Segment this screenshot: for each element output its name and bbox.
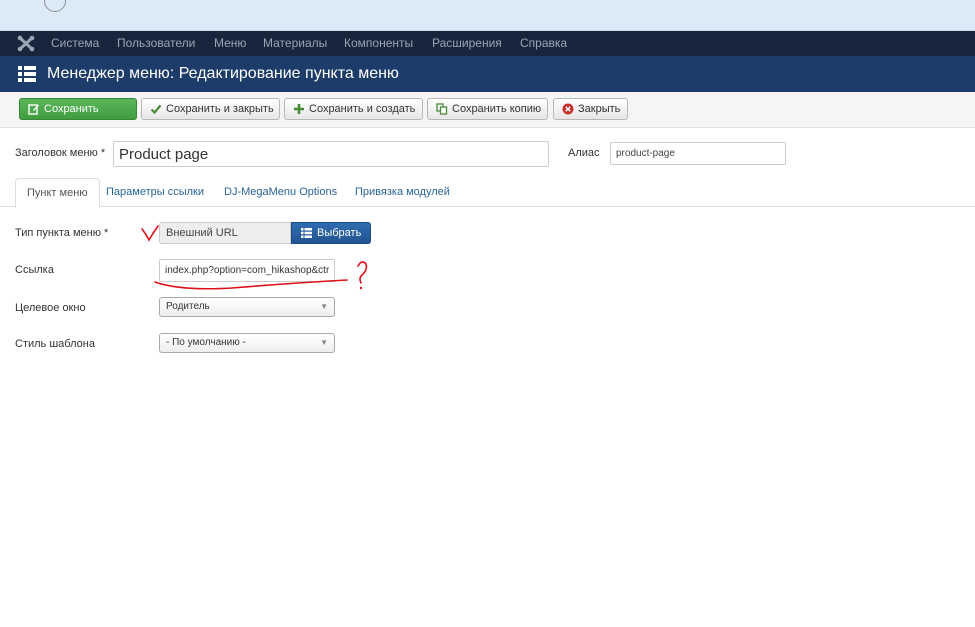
target-window-select[interactable]: Родитель ▼ [159,297,335,317]
copy-icon [436,103,448,115]
save-copy-button-label: Сохранить копию [452,103,542,115]
save-new-button[interactable]: Сохранить и создать [284,98,423,120]
link-input[interactable] [159,259,335,282]
select-type-button-label: Выбрать [317,227,362,239]
tab-link-params[interactable]: Параметры ссылки [95,178,215,207]
link-label: Ссылка [15,264,54,276]
list-icon [301,228,312,238]
checkmark-icon [150,104,162,115]
template-style-label: Стиль шаблона [15,338,95,350]
nav-item-help[interactable]: Справка [520,36,567,50]
save-new-button-label: Сохранить и создать [309,103,416,115]
browser-chrome [0,0,975,31]
alias-input[interactable] [610,142,786,165]
checkmark-annotation [141,225,159,242]
title-label: Заголовок меню * [15,147,106,159]
alias-label: Алиас [568,147,600,159]
admin-navbar: Система Пользователи Меню Материалы Комп… [0,31,975,56]
list-icon [18,66,36,82]
edit-icon [28,104,39,115]
nav-item-components[interactable]: Компоненты [344,36,413,50]
tab-module-assignment[interactable]: Привязка модулей [344,178,461,207]
page-header: Менеджер меню: Редактирование пункта мен… [0,56,975,92]
toolbar: Сохранить Сохранить и закрыть Сохранить … [0,92,975,128]
template-style-select[interactable]: - По умолчанию - ▼ [159,333,335,353]
close-icon [562,103,574,115]
joomla-logo-icon[interactable] [17,35,35,52]
menu-item-type-value: Внешний URL [159,222,291,244]
nav-item-users[interactable]: Пользователи [117,36,195,50]
chevron-down-icon: ▼ [320,338,328,347]
nav-item-extensions[interactable]: Расширения [432,36,502,50]
menu-item-type-label: Тип пункта меню * [15,227,109,239]
target-window-label: Целевое окно [15,302,86,314]
browser-control-icon [44,0,66,12]
save-button[interactable]: Сохранить [19,98,137,120]
save-close-button[interactable]: Сохранить и закрыть [141,98,280,120]
template-style-value: - По умолчанию - [166,337,246,348]
close-button-label: Закрыть [578,103,621,115]
target-window-value: Родитель [166,301,210,312]
select-type-button[interactable]: Выбрать [291,222,371,244]
title-input[interactable] [113,141,549,167]
nav-item-content[interactable]: Материалы [263,36,327,50]
chevron-down-icon: ▼ [320,302,328,311]
nav-item-menus[interactable]: Меню [214,36,246,50]
close-button[interactable]: Закрыть [553,98,628,120]
question-mark-annotation [357,261,368,284]
save-button-label: Сохранить [44,103,99,115]
page-title: Менеджер меню: Редактирование пункта мен… [47,65,399,82]
save-close-button-label: Сохранить и закрыть [166,103,274,115]
tab-menu-item[interactable]: Пункт меню [15,178,100,208]
tab-bar: Пункт меню Параметры ссылки DJ-MegaMenu … [0,178,975,208]
save-copy-button[interactable]: Сохранить копию [427,98,548,120]
nav-item-system[interactable]: Система [51,36,99,50]
plus-icon [294,104,304,114]
tab-dj-megamenu-options[interactable]: DJ-MegaMenu Options [213,178,348,207]
